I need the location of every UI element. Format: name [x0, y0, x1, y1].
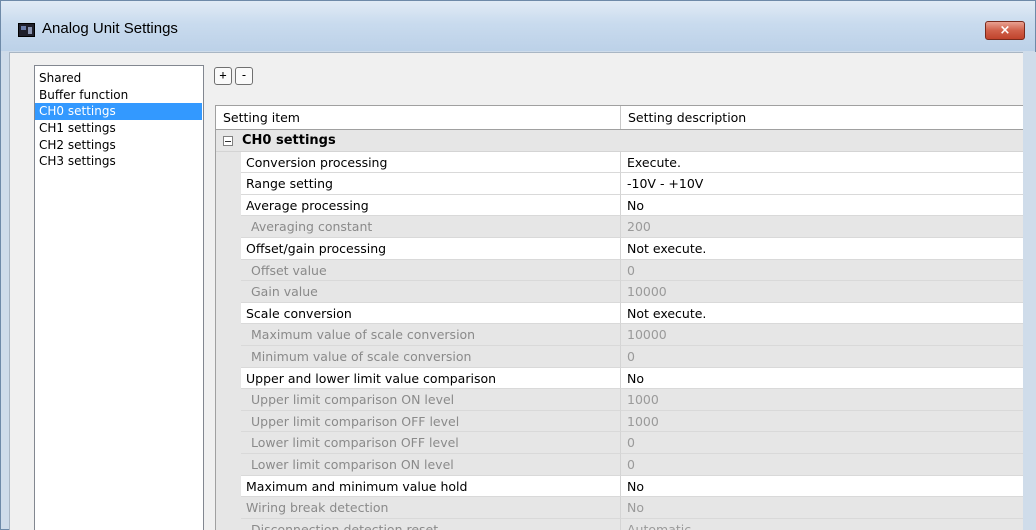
grid-row[interactable]: Offset value 0: [216, 259, 1031, 282]
row-indent-gutter: [216, 389, 241, 411]
setting-item-name: Lower limit comparison OFF level: [241, 432, 621, 454]
setting-item-name: Upper and lower limit value comparison: [241, 367, 621, 390]
grid-row[interactable]: Upper and lower limit value comparison No: [216, 367, 1031, 390]
column-header-setting-description[interactable]: Setting description: [621, 106, 1031, 129]
setting-item-value: 0: [621, 259, 1031, 282]
row-indent-gutter: [216, 432, 241, 454]
row-indent-gutter: [216, 281, 241, 303]
setting-item-value: 200: [621, 216, 1031, 238]
close-button[interactable]: ×: [985, 21, 1025, 40]
dialog-client-area: Shared Buffer function CH0 settings CH1 …: [9, 52, 1031, 530]
group-row-ch0-settings: CH0 settings: [216, 130, 1031, 152]
analog-unit-settings-window: Analog Unit Settings × Shared Buffer fun…: [0, 0, 1036, 530]
settings-tree: Shared Buffer function CH0 settings CH1 …: [34, 65, 204, 530]
row-indent-gutter: [216, 216, 241, 238]
group-label: CH0 settings: [242, 133, 336, 148]
setting-item-name: Lower limit comparison ON level: [241, 453, 621, 476]
title-bar[interactable]: Analog Unit Settings ×: [1, 1, 1035, 51]
row-indent-gutter: [216, 453, 241, 476]
expand-all-button[interactable]: +: [214, 67, 232, 85]
row-indent-gutter: [216, 324, 241, 346]
setting-item-name: Scale conversion: [241, 302, 621, 325]
setting-item-value[interactable]: No: [621, 194, 1031, 217]
setting-item-value: 0: [621, 432, 1031, 454]
grid-row[interactable]: Minimum value of scale conversion 0: [216, 345, 1031, 368]
grid-row[interactable]: Scale conversion Not execute.: [216, 302, 1031, 325]
window-title: Analog Unit Settings: [42, 20, 178, 37]
grid-row[interactable]: Upper limit comparison ON level 1000: [216, 389, 1031, 411]
tree-item-ch1-settings[interactable]: CH1 settings: [35, 120, 203, 137]
setting-item-name: Maximum and minimum value hold: [241, 475, 621, 498]
row-indent-gutter: [216, 173, 241, 195]
row-indent-gutter: [216, 345, 241, 368]
setting-item-value: 1000: [621, 410, 1031, 433]
grid-row[interactable]: Disconnection detection reset Automatic: [216, 518, 1031, 530]
grid-row[interactable]: Conversion processing Execute.: [216, 151, 1031, 174]
row-indent-gutter: [216, 194, 241, 217]
grid-rows: Conversion processing Execute. Range setti…: [216, 151, 1031, 530]
setting-item-name: Range setting: [241, 173, 621, 195]
setting-item-name: Averaging constant: [241, 216, 621, 238]
column-header-setting-item[interactable]: Setting item: [216, 106, 621, 129]
setting-item-value[interactable]: -10V - +10V: [621, 173, 1031, 195]
grid-row[interactable]: Lower limit comparison OFF level 0: [216, 432, 1031, 454]
row-indent-gutter: [216, 237, 241, 260]
setting-item-value: Automatic: [621, 518, 1031, 530]
setting-item-value: No: [621, 497, 1031, 519]
tree-item-ch3-settings[interactable]: CH3 settings: [35, 153, 203, 170]
grid-row[interactable]: Offset/gain processing Not execute.: [216, 237, 1031, 260]
setting-item-name: Minimum value of scale conversion: [241, 345, 621, 368]
setting-item-value[interactable]: Not execute.: [621, 302, 1031, 325]
setting-item-value: 10000: [621, 281, 1031, 303]
setting-item-name: Upper limit comparison OFF level: [241, 410, 621, 433]
app-icon: [18, 23, 35, 37]
collapse-all-button[interactable]: -: [235, 67, 253, 85]
setting-item-name: Wiring break detection: [241, 497, 621, 519]
setting-item-name: Conversion processing: [241, 151, 621, 174]
setting-item-value[interactable]: Not execute.: [621, 237, 1031, 260]
grid-row[interactable]: Averaging constant 200: [216, 216, 1031, 238]
grid-row[interactable]: Maximum value of scale conversion 10000: [216, 324, 1031, 346]
row-indent-gutter: [216, 259, 241, 282]
grid-row[interactable]: Average processing No: [216, 194, 1031, 217]
grid-row[interactable]: Gain value 10000: [216, 281, 1031, 303]
setting-item-name: Upper limit comparison ON level: [241, 389, 621, 411]
setting-item-value[interactable]: Execute.: [621, 151, 1031, 174]
grid-header: Setting item Setting description: [216, 106, 1031, 130]
row-indent-gutter: [216, 497, 241, 519]
tree-item-buffer-function[interactable]: Buffer function: [35, 87, 203, 104]
settings-grid: Setting item Setting description CH0 set…: [215, 105, 1031, 530]
tree-item-ch2-settings[interactable]: CH2 settings: [35, 137, 203, 154]
setting-item-name: Maximum value of scale conversion: [241, 324, 621, 346]
grid-row[interactable]: Maximum and minimum value hold No: [216, 475, 1031, 498]
setting-item-name: Offset value: [241, 259, 621, 282]
tree-item-shared[interactable]: Shared: [35, 70, 203, 87]
setting-item-name: Offset/gain processing: [241, 237, 621, 260]
row-indent-gutter: [216, 151, 241, 174]
setting-item-value: 10000: [621, 324, 1031, 346]
grid-row[interactable]: Lower limit comparison ON level 0: [216, 453, 1031, 476]
window-right-border: [1023, 52, 1036, 530]
setting-item-name: Average processing: [241, 194, 621, 217]
row-indent-gutter: [216, 475, 241, 498]
setting-item-value: 1000: [621, 389, 1031, 411]
setting-item-name: Disconnection detection reset: [241, 518, 621, 530]
setting-item-value[interactable]: No: [621, 475, 1031, 498]
grid-row[interactable]: Range setting -10V - +10V: [216, 173, 1031, 195]
row-indent-gutter: [216, 410, 241, 433]
setting-item-value: 0: [621, 345, 1031, 368]
row-indent-gutter: [216, 302, 241, 325]
setting-item-value: 0: [621, 453, 1031, 476]
setting-item-name: Gain value: [241, 281, 621, 303]
grid-row[interactable]: Upper limit comparison OFF level 1000: [216, 410, 1031, 433]
row-indent-gutter: [216, 367, 241, 390]
setting-item-value[interactable]: No: [621, 367, 1031, 390]
grid-row[interactable]: Wiring break detection No: [216, 497, 1031, 519]
tree-item-ch0-settings[interactable]: CH0 settings: [35, 103, 202, 121]
row-indent-gutter: [216, 518, 241, 530]
collapse-icon[interactable]: [223, 136, 233, 146]
